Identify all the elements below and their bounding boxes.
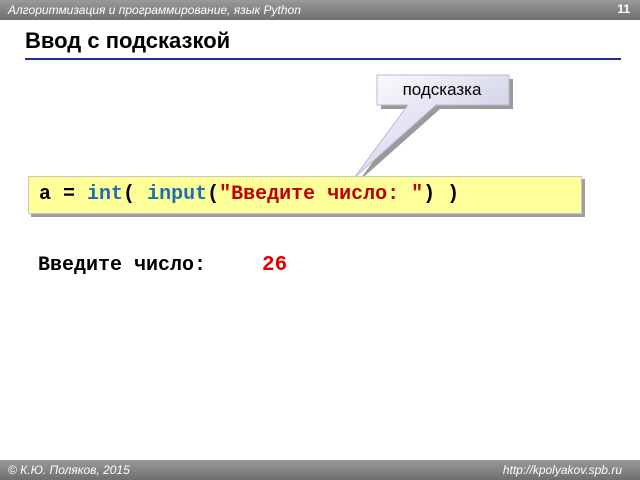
code-paren-open-inner: ( xyxy=(207,183,220,206)
site-url: http://kpolyakov.spb.ru xyxy=(502,463,622,477)
output-prompt: Введите число: xyxy=(38,254,207,277)
copyright-text: © К.Ю. Поляков, 2015 xyxy=(8,463,130,477)
code-paren-open: ( xyxy=(123,183,148,206)
code-line: a = int( input("Введите число: ") ) xyxy=(39,183,459,206)
code-variable: a xyxy=(39,183,52,206)
code-string-literal: "Введите число: " xyxy=(219,183,424,206)
code-int-keyword: int xyxy=(87,183,124,206)
callout-bubble xyxy=(353,74,513,182)
code-input-keyword: input xyxy=(147,183,208,206)
code-paren-close: ) ) xyxy=(423,183,460,206)
code-assign: = xyxy=(51,183,88,206)
code-box: a = int( input("Введите число: ") ) xyxy=(28,176,582,214)
footer-bar: © К.Ю. Поляков, 2015 http://kpolyakov.sp… xyxy=(0,460,640,480)
callout-label: подсказка xyxy=(402,80,482,99)
user-input-value: 26 xyxy=(262,254,288,277)
